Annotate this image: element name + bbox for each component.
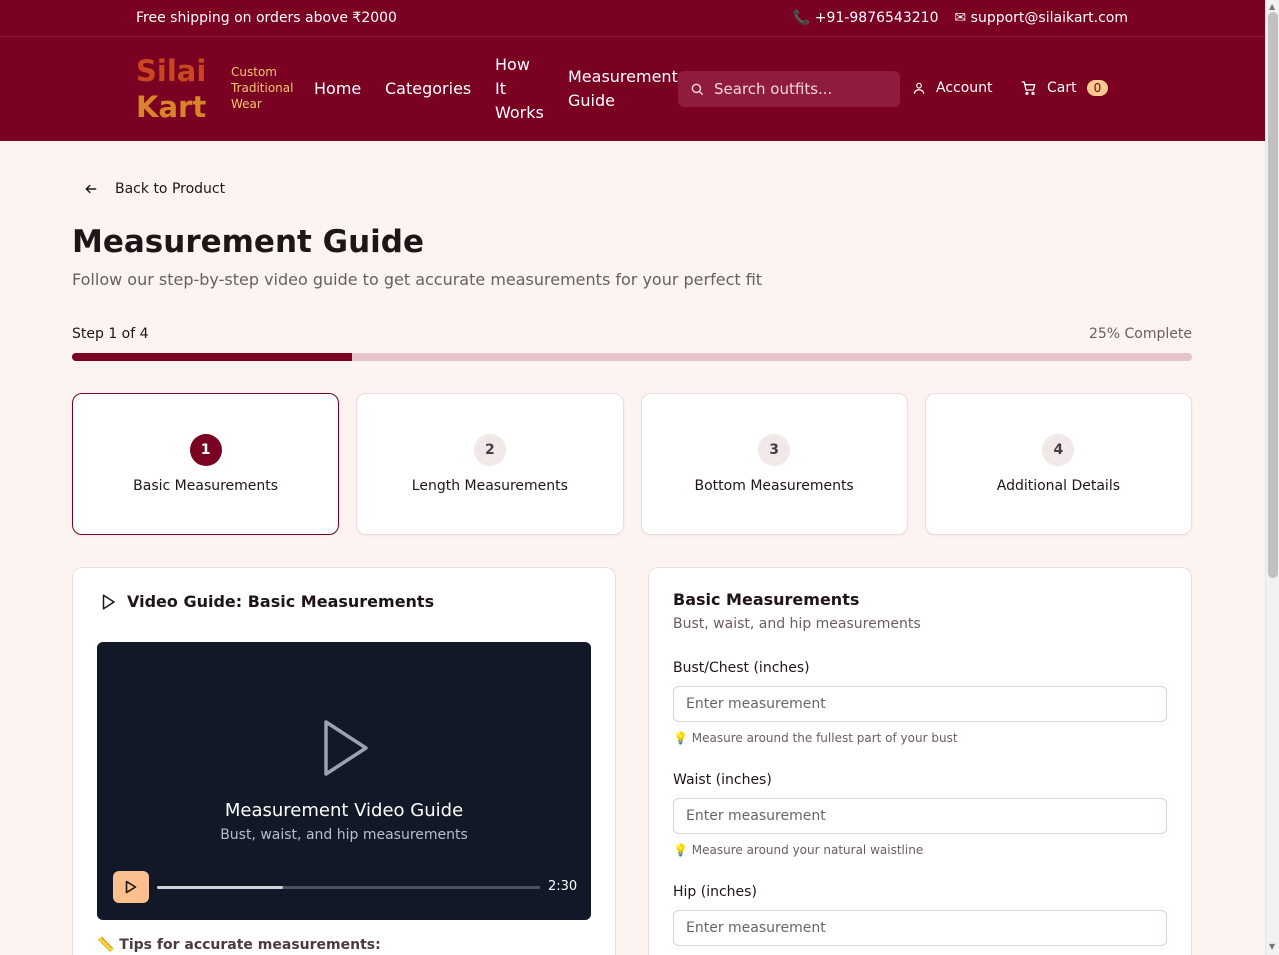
step-number: 2 [473, 434, 506, 466]
measurement-form-panel: Basic Measurements Bust, waist, and hip … [648, 567, 1192, 955]
arrow-left-icon [85, 184, 97, 194]
logo-line-2: Kart [136, 90, 207, 124]
hip-input[interactable] [673, 910, 1167, 946]
step-name: Length Measurements [411, 478, 568, 494]
play-icon [125, 880, 137, 894]
step-number: 3 [758, 434, 791, 466]
cart-button[interactable]: Cart 0 [1021, 80, 1109, 96]
page-title: Measurement Guide [72, 224, 424, 260]
waist-hint: 💡 Measure around your natural waistline [673, 843, 924, 857]
site-header: Silai Kart Custom Traditional Wear Home … [0, 37, 1265, 141]
video-player[interactable]: Measurement Video Guide Bust, waist, and… [97, 642, 591, 920]
video-seek-fill [157, 886, 284, 889]
step-counter: Step 1 of 4 [72, 326, 149, 342]
back-to-product-link[interactable]: Back to Product [84, 181, 225, 197]
bust-label: Bust/Chest (inches) [673, 660, 810, 676]
back-label: Back to Product [115, 181, 226, 197]
scroll-up-icon[interactable]: ▲ [1269, 2, 1275, 11]
nav-home[interactable]: Home [314, 77, 361, 101]
email-link[interactable]: ✉ support@silaikart.com [954, 10, 1128, 26]
contact-info: 📞 +91-9876543210 ✉ support@silaikart.com [793, 10, 1128, 26]
nav-measurement-guide[interactable]: Measurement Guide [568, 65, 680, 113]
brand-logo[interactable]: Silai Kart [136, 53, 206, 125]
search-icon [691, 83, 703, 95]
bust-hint: 💡 Measure around the fullest part of you… [673, 731, 958, 745]
page-subtitle: Follow our step-by-step video guide to g… [72, 270, 763, 289]
logo-line-1: Silai [136, 54, 207, 88]
scroll-down-icon[interactable]: ▼ [1269, 942, 1275, 951]
play-icon [102, 594, 115, 609]
waist-label: Waist (inches) [673, 772, 772, 788]
tips-heading: 📏 Tips for accurate measurements: [97, 937, 381, 953]
progress-bar [72, 353, 1192, 361]
video-title: Measurement Video Guide [224, 800, 464, 821]
video-guide-heading: Video Guide: Basic Measurements [99, 592, 434, 611]
nav-how-it-works[interactable]: How It Works [495, 53, 545, 125]
step-name: Basic Measurements [133, 478, 279, 494]
form-subtitle: Bust, waist, and hip measurements [673, 616, 921, 632]
account-label: Account [936, 80, 993, 96]
video-guide-heading-text: Video Guide: Basic Measurements [127, 592, 435, 611]
progress-bar-fill [72, 353, 352, 361]
video-seek-bar[interactable] [157, 886, 540, 889]
brand-tagline: Custom Traditional Wear [231, 65, 294, 111]
free-shipping-text: Free shipping on orders above ₹2000 [136, 10, 397, 26]
search-box[interactable] [678, 71, 900, 107]
phone-link[interactable]: 📞 +91-9876543210 [793, 10, 939, 26]
cart-icon [1021, 81, 1036, 95]
video-subtitle: Bust, waist, and hip measurements [220, 827, 468, 843]
completion-percent: 25% Complete [1088, 326, 1192, 342]
account-button[interactable]: Account [912, 80, 993, 96]
step-name: Additional Details [996, 478, 1120, 494]
bust-input[interactable] [673, 686, 1167, 722]
step-selector: 1 Basic Measurements 2 Length Measuremen… [72, 393, 1192, 535]
user-icon [913, 82, 925, 94]
step-card-basic[interactable]: 1 Basic Measurements [72, 393, 340, 535]
form-title: Basic Measurements [673, 590, 860, 609]
page-scrollbar[interactable]: ▲ ▼ [1265, 0, 1279, 955]
step-number: 4 [1042, 434, 1075, 466]
video-play-button[interactable] [113, 871, 149, 903]
step-card-bottom[interactable]: 3 Bottom Measurements [640, 393, 908, 535]
cart-label: Cart [1047, 80, 1077, 96]
cart-count-badge: 0 [1086, 80, 1109, 96]
nav-categories[interactable]: Categories [385, 77, 471, 101]
scrollbar-thumb[interactable] [1268, 12, 1278, 578]
step-card-length[interactable]: 2 Length Measurements [356, 393, 624, 535]
hip-label: Hip (inches) [673, 884, 757, 900]
video-duration: 2:30 [548, 879, 578, 894]
step-number: 1 [189, 434, 222, 466]
large-play-icon[interactable] [322, 718, 370, 778]
step-card-additional[interactable]: 4 Additional Details [924, 393, 1192, 535]
top-announcement-bar: Free shipping on orders above ₹2000 📞 +9… [0, 0, 1265, 37]
video-guide-panel: Video Guide: Basic Measurements Measurem… [72, 567, 616, 955]
waist-input[interactable] [673, 798, 1167, 834]
search-input[interactable] [714, 80, 884, 98]
step-name: Bottom Measurements [694, 478, 854, 494]
